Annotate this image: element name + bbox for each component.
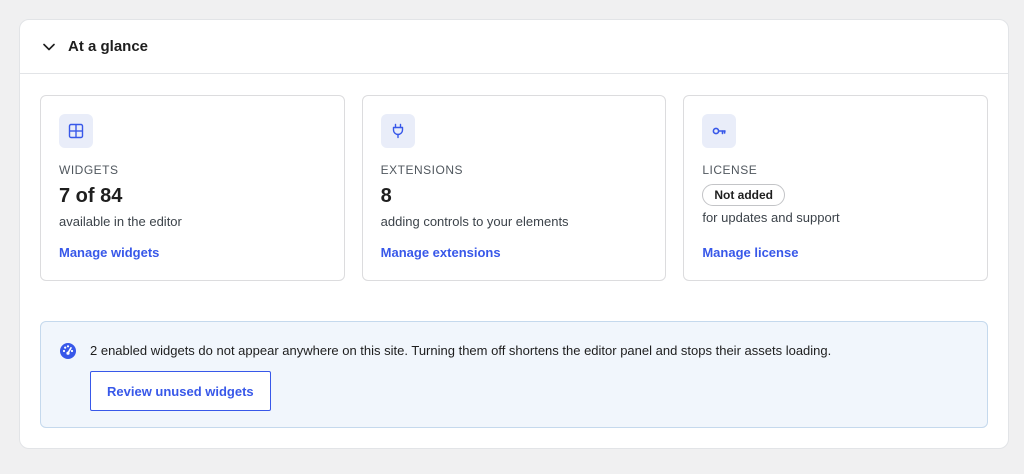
card-value: 7 of 84 (59, 185, 123, 207)
widgets-card: WIDGETS 7 of 84 available in the editor … (40, 95, 345, 281)
card-description: adding controls to your elements (380, 214, 569, 229)
card-value: 8 (380, 185, 392, 207)
manage-extensions-link[interactable]: Manage extensions (381, 245, 501, 260)
key-icon (702, 114, 737, 148)
manage-widgets-link[interactable]: Manage widgets (59, 245, 159, 260)
panel-title: At a glance (68, 38, 149, 55)
card-description: available in the editor (59, 214, 182, 229)
card-description: for updates and support (702, 210, 840, 225)
license-status-badge: Not added (702, 184, 786, 206)
manage-license-link[interactable]: Manage license (702, 245, 798, 260)
unused-widgets-notice: 2 enabled widgets do not appear anywhere… (40, 321, 988, 428)
plug-icon (380, 114, 415, 148)
gauge-icon (59, 342, 77, 360)
extensions-card: EXTENSIONS 8 adding controls to your ele… (361, 95, 667, 281)
card-label: EXTENSIONS (380, 163, 464, 177)
panel-header[interactable]: At a glance (20, 20, 1008, 74)
stats-cards: WIDGETS 7 of 84 available in the editor … (40, 95, 989, 281)
at-a-glance-panel: At a glance WIDGETS 7 of 84 available in… (19, 19, 1009, 449)
card-label: LICENSE (702, 163, 758, 177)
card-label: WIDGETS (59, 163, 119, 177)
review-unused-widgets-button[interactable]: Review unused widgets (90, 371, 271, 411)
license-card: LICENSE Not added for updates and suppor… (683, 95, 989, 281)
grid-icon (59, 114, 93, 148)
chevron-down-icon[interactable] (42, 40, 56, 54)
notice-text: 2 enabled widgets do not appear anywhere… (90, 343, 832, 358)
